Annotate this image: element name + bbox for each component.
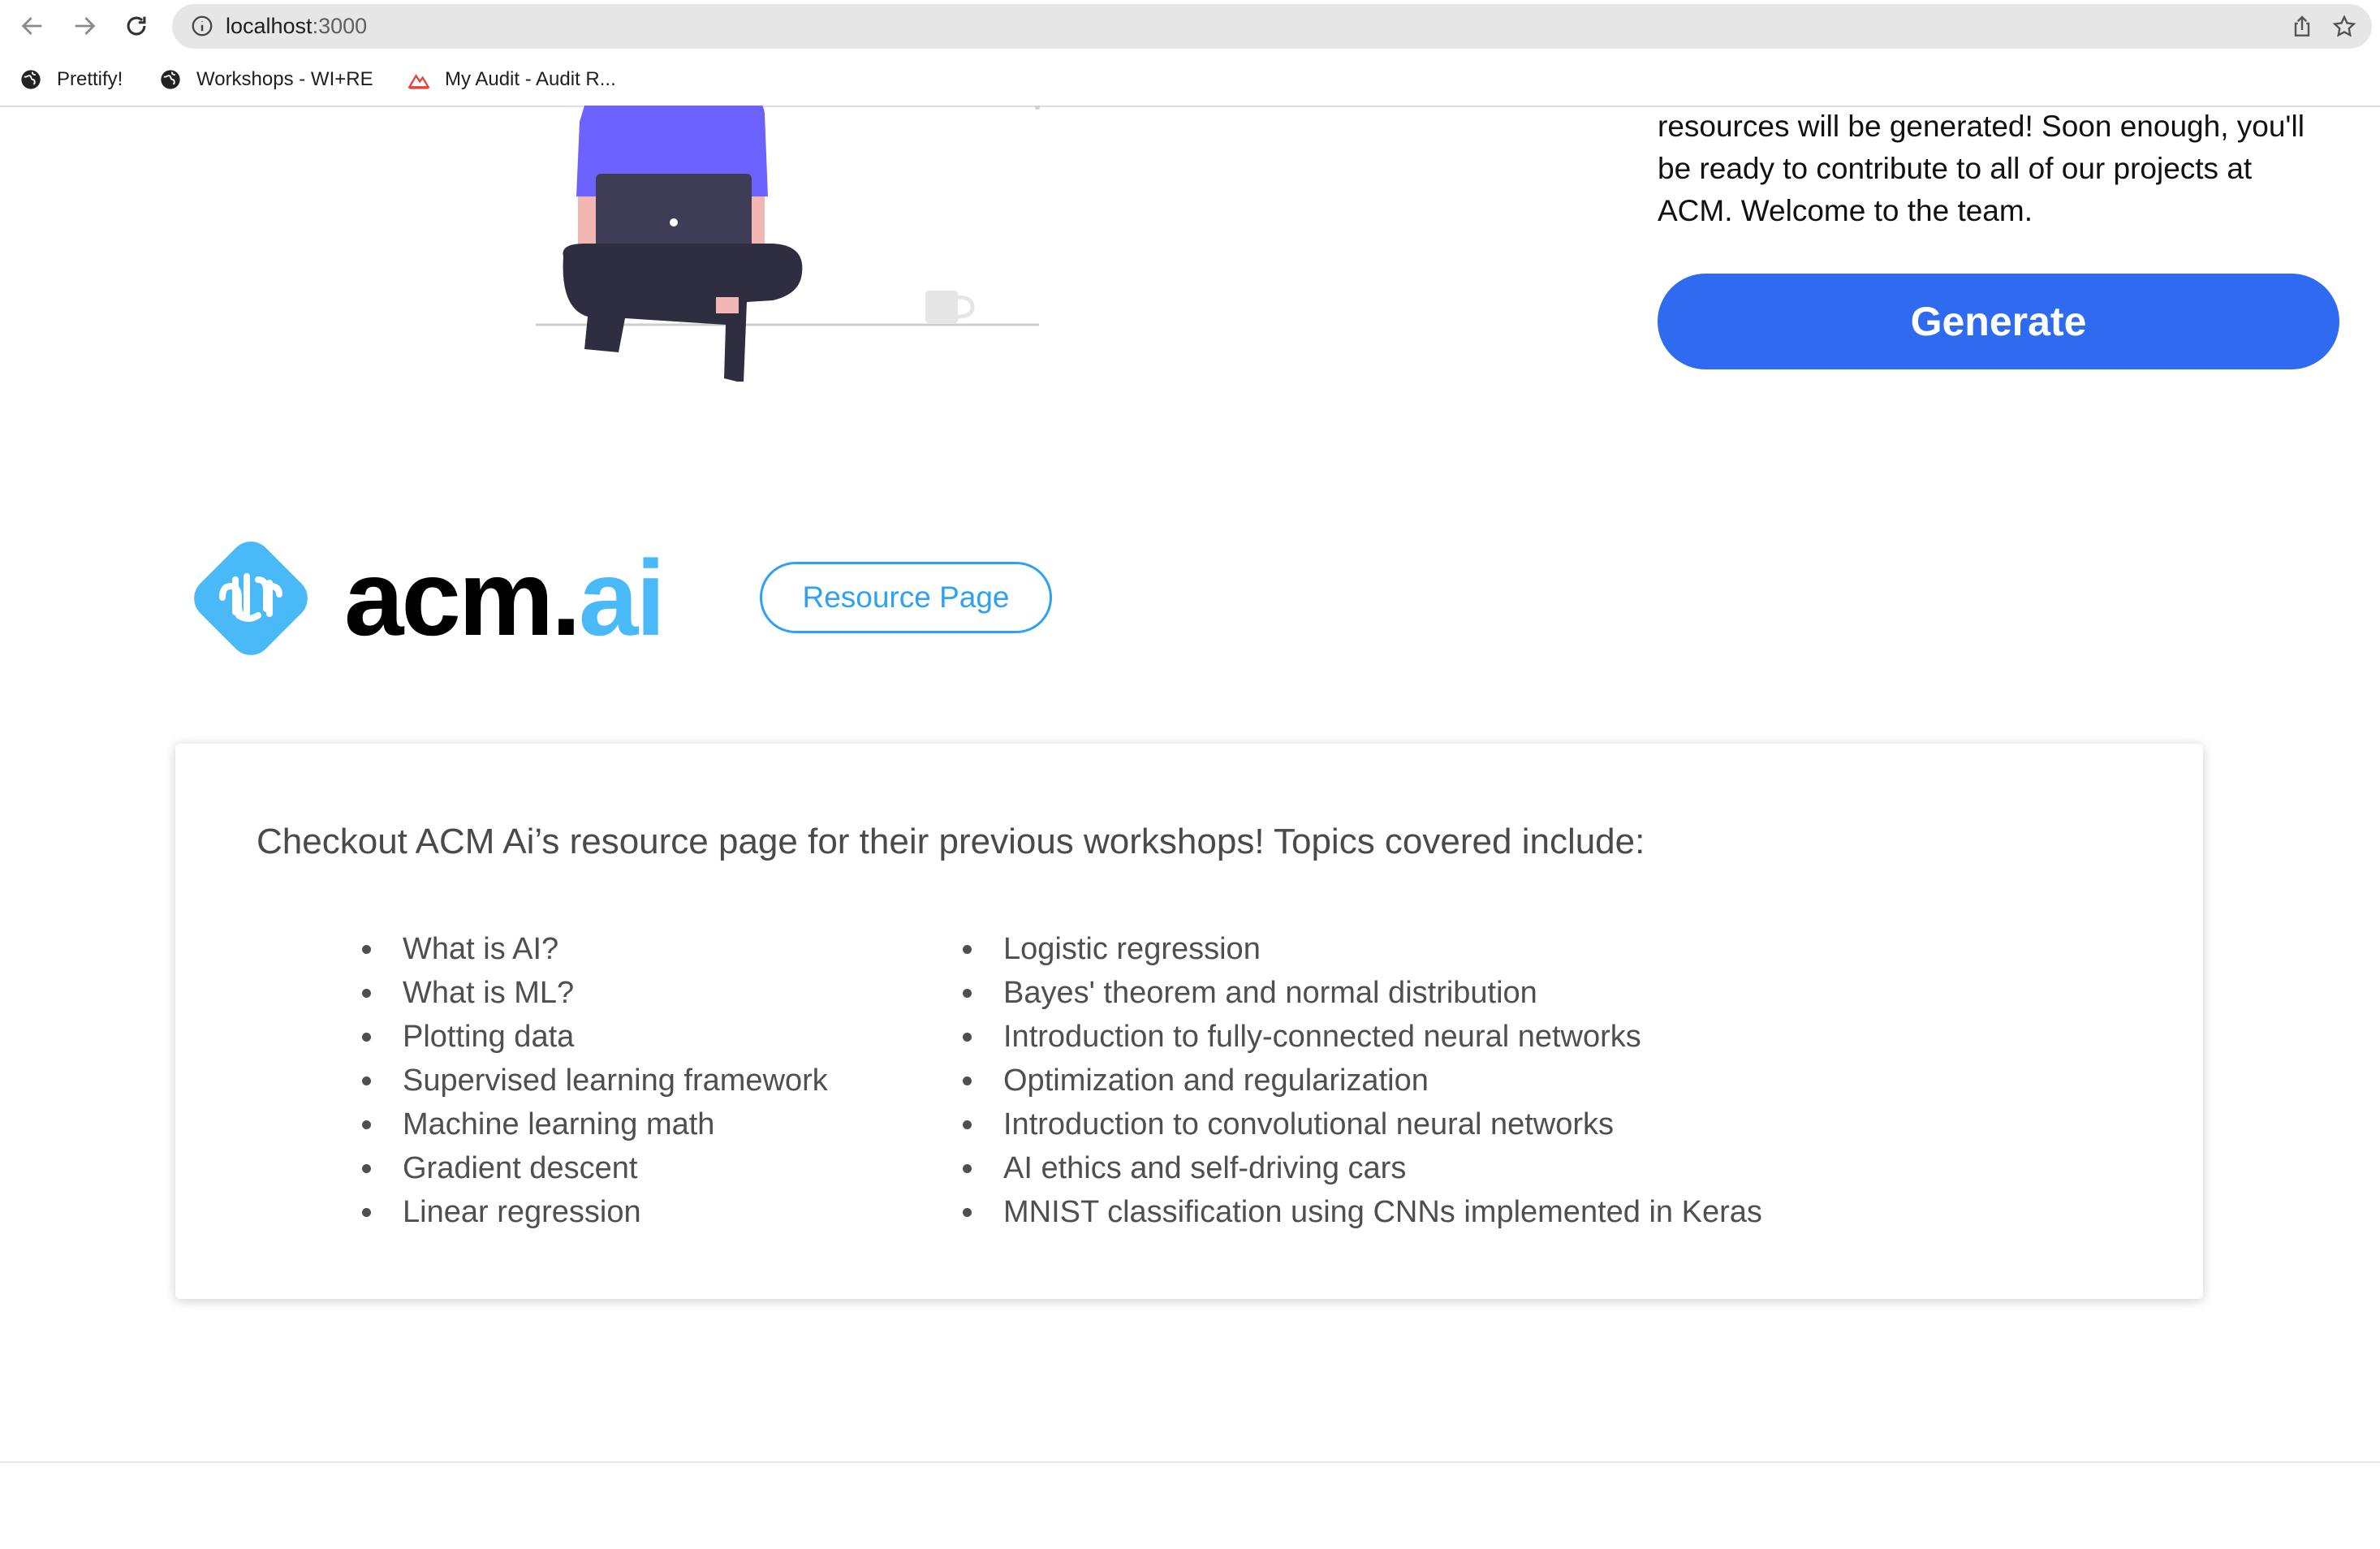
list-item: Introduction to fully-connected neural n… [963,1015,1762,1059]
list-item: Linear regression [362,1190,828,1234]
list-item: Supervised learning framework [362,1059,828,1102]
bookmark-prettify[interactable]: Prettify! [19,54,123,106]
card-heading: Checkout ACM Ai’s resource page for thei… [257,822,1645,861]
bookmark-my-audit[interactable]: My Audit - Audit R... [407,54,616,106]
list-item: Introduction to convolutional neural net… [963,1102,1762,1146]
generate-button[interactable]: Generate [1658,274,2339,369]
share-icon[interactable] [2289,14,2315,40]
forward-button[interactable] [68,10,101,42]
bookmark-workshops[interactable]: Workshops - WI+RE [159,54,373,106]
arrow-right-icon [75,17,96,35]
audit-chart-icon [407,74,430,89]
acm-ai-logo[interactable]: acm.ai [185,533,672,664]
list-item: Bayes' theorem and normal distribution [963,971,1762,1015]
bookmarks-bar: Prettify! Workshops - WI+RE My Audit - A… [0,54,2380,107]
info-icon[interactable] [190,14,214,38]
list-item: Gradient descent [362,1146,828,1190]
list-item: MNIST classification using CNNs implemen… [963,1190,1762,1234]
list-item: Machine learning math [362,1102,828,1146]
workshop-topics-card: Checkout ACM Ai’s resource page for thei… [175,744,2203,1299]
globe-icon [21,70,41,89]
browser-toolbar: localhost:3000 [0,0,2380,50]
acm-ai-wordmark: acm.ai [344,538,666,658]
list-item: What is ML? [362,971,828,1015]
intro-paragraph: resources will be generated! Soon enough… [1658,110,2305,227]
list-item: What is AI? [362,927,828,971]
list-item: AI ethics and self-driving cars [963,1146,1762,1190]
back-button[interactable] [16,10,49,42]
bookmark-label: Prettify! [57,68,123,90]
list-item: Optimization and regularization [963,1059,1762,1102]
list-item: Logistic regression [963,927,1762,971]
topics-list-left: What is AI? What is ML? Plotting data Su… [362,927,828,1234]
reload-button[interactable] [120,10,153,42]
acm-ai-diamond-icon [194,542,308,655]
footer-divider [0,1461,2380,1463]
address-bar[interactable]: localhost:3000 [172,4,2372,49]
person-at-laptop-illustration [536,106,1040,382]
bookmark-label: Workshops - WI+RE [196,68,373,90]
url-text[interactable]: localhost:3000 [226,4,367,49]
globe-icon [161,70,180,89]
bookmark-label: My Audit - Audit R... [445,68,616,90]
star-icon[interactable] [2331,14,2357,40]
reload-icon [127,16,146,36]
arrow-left-icon [21,17,42,35]
topics-list-right: Logistic regression Bayes' theorem and n… [963,927,1762,1234]
resource-page-button[interactable]: Resource Page [760,562,1052,633]
list-item: Plotting data [362,1015,828,1059]
